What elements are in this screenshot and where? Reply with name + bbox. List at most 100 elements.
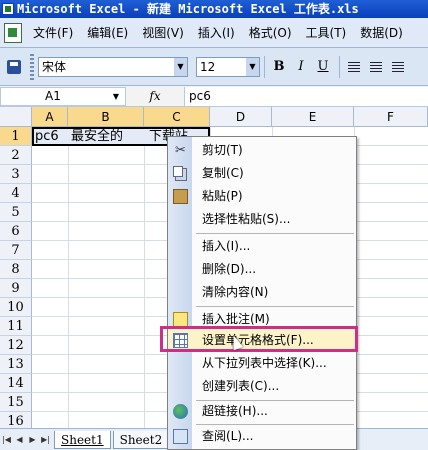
align-right-icon [392, 61, 404, 72]
window-title: Microsoft Excel - 新建 Microsoft Excel 工作表… [17, 2, 359, 16]
menu-item-copy[interactable]: 复制(C) [168, 162, 356, 185]
menu-item-paste[interactable]: 粘贴(P) [168, 185, 356, 208]
align-left-icon [348, 61, 360, 72]
menu-tools[interactable]: 工具(T) [299, 24, 354, 41]
menu-item-paste-special[interactable]: 选择性粘贴(S)... [168, 208, 356, 231]
row-header-11[interactable]: 11 [0, 317, 32, 336]
sheet-tab-sheet1[interactable]: Sheet1 [54, 430, 111, 449]
font-size-value: 12 [200, 59, 216, 74]
sheet-tab-sheet2[interactable]: Sheet2 [112, 430, 170, 449]
menu-file[interactable]: 文件(F) [26, 24, 80, 41]
save-button[interactable] [4, 57, 24, 77]
row-header-16[interactable]: 16 [0, 412, 32, 428]
menu-separator [196, 233, 354, 234]
next-sheet-icon[interactable]: ▶ [26, 435, 39, 444]
menu-item-lookup[interactable]: 查阅(L)... [168, 425, 356, 448]
menu-separator [196, 306, 354, 307]
menu-item-label: 清除内容(N) [202, 285, 269, 299]
toolbar-separator [264, 55, 265, 78]
row-header-9[interactable]: 9 [0, 279, 32, 298]
fx-icon[interactable]: fx [126, 89, 184, 103]
column-header-d[interactable]: D [210, 107, 272, 127]
highlight-box [160, 326, 358, 352]
cell-a1[interactable]: pc6 [35, 127, 59, 146]
row-header-10[interactable]: 10 [0, 298, 32, 317]
prev-sheet-icon[interactable]: ◀ [13, 435, 26, 444]
paste-icon [173, 189, 188, 204]
menu-edit[interactable]: 编辑(E) [80, 24, 135, 41]
row-header-12[interactable]: 12 [0, 336, 32, 355]
last-sheet-icon[interactable]: ▶| [39, 435, 52, 444]
column-header-c[interactable]: C [144, 107, 210, 127]
menu-item-insert[interactable]: 插入(I)... [168, 235, 356, 258]
menu-item-label: 选择性粘贴(S)... [202, 212, 291, 226]
workbook-icon[interactable] [4, 22, 22, 43]
menu-item-label: 删除(D)... [202, 262, 257, 276]
row-header-2[interactable]: 2 [0, 146, 32, 165]
column-header-e[interactable]: E [272, 107, 354, 127]
menu-item-label: 插入批注(M) [202, 312, 270, 326]
cut-icon: ✂ [175, 143, 186, 158]
align-right-button[interactable] [388, 57, 408, 77]
context-menu: ✂ 剪切(T) 复制(C) 粘贴(P) 选择性粘贴(S)... 插入(I)...… [167, 136, 357, 450]
row-header-15[interactable]: 15 [0, 393, 32, 412]
menu-item-label: 粘贴(P) [202, 189, 243, 203]
menu-item-hyperlink[interactable]: 超链接(H)... [168, 400, 356, 423]
bold-button[interactable]: B [269, 57, 289, 77]
excel-app-icon [2, 3, 14, 15]
row-header-13[interactable]: 13 [0, 355, 32, 374]
row-header-14[interactable]: 14 [0, 374, 32, 393]
row-header-7[interactable]: 7 [0, 241, 32, 260]
lookup-icon [173, 429, 188, 444]
column-header-f[interactable]: F [354, 107, 428, 127]
toolbar-grip[interactable] [30, 53, 34, 80]
italic-button[interactable]: I [291, 57, 311, 77]
menu-item-delete[interactable]: 删除(D)... [168, 258, 356, 281]
menu-insert[interactable]: 插入(I) [191, 24, 242, 41]
hyperlink-icon [173, 404, 188, 419]
row-header-6[interactable]: 6 [0, 222, 32, 241]
gridline [68, 127, 69, 428]
column-header-a[interactable]: A [32, 107, 68, 127]
formula-input[interactable]: pc6 [184, 86, 428, 106]
menu-format[interactable]: 格式(O) [242, 24, 299, 41]
select-all-corner[interactable] [0, 107, 32, 127]
underline-button[interactable]: U [313, 57, 333, 77]
name-box-value: A1 [45, 88, 61, 103]
name-box[interactable]: A1 ▼ [0, 86, 126, 106]
menu-item-clear-contents[interactable]: 清除内容(N) [168, 281, 356, 304]
chevron-down-icon[interactable]: ▼ [246, 57, 259, 76]
font-name-combo[interactable]: 宋体 ▼ [38, 56, 188, 77]
row-header-1[interactable]: 1 [0, 127, 32, 146]
row-header-4[interactable]: 4 [0, 184, 32, 203]
menu-item-label: 查阅(L)... [202, 429, 254, 443]
column-header-b[interactable]: B [68, 107, 144, 127]
copy-icon [173, 166, 183, 177]
menu-item-label: 插入(I)... [202, 239, 251, 253]
menu-item-label: 剪切(T) [202, 143, 243, 157]
menu-item-label: 超链接(H)... [202, 404, 268, 418]
chevron-down-icon[interactable]: ▼ [174, 57, 187, 76]
row-header-8[interactable]: 8 [0, 260, 32, 279]
menu-item-label: 复制(C) [202, 166, 244, 180]
menu-item-cut[interactable]: ✂ 剪切(T) [168, 139, 356, 162]
comment-icon [173, 312, 188, 327]
font-name-value: 宋体 [42, 60, 67, 74]
toolbar-separator [339, 55, 340, 78]
cell-b1[interactable]: 最安全的 [71, 127, 123, 146]
row-header-5[interactable]: 5 [0, 203, 32, 222]
title-bar: Microsoft Excel - 新建 Microsoft Excel 工作表… [0, 0, 428, 18]
font-size-combo[interactable]: 12 ▼ [196, 56, 260, 77]
chevron-down-icon[interactable]: ▼ [113, 88, 119, 105]
align-center-button[interactable] [366, 57, 386, 77]
align-left-button[interactable] [344, 57, 364, 77]
row-header-3[interactable]: 3 [0, 165, 32, 184]
menu-view[interactable]: 视图(V) [135, 24, 191, 41]
align-center-icon [370, 61, 382, 72]
menu-item-pick-from-list[interactable]: 从下拉列表中选择(K)... [168, 352, 356, 375]
menu-data[interactable]: 数据(D) [353, 24, 410, 41]
menu-item-label: 创建列表(C)... [202, 379, 280, 393]
first-sheet-icon[interactable]: |◀ [0, 435, 13, 444]
formatting-toolbar: 宋体 ▼ 12 ▼ B I U [0, 48, 428, 86]
menu-item-create-list[interactable]: 创建列表(C)... [168, 375, 356, 398]
